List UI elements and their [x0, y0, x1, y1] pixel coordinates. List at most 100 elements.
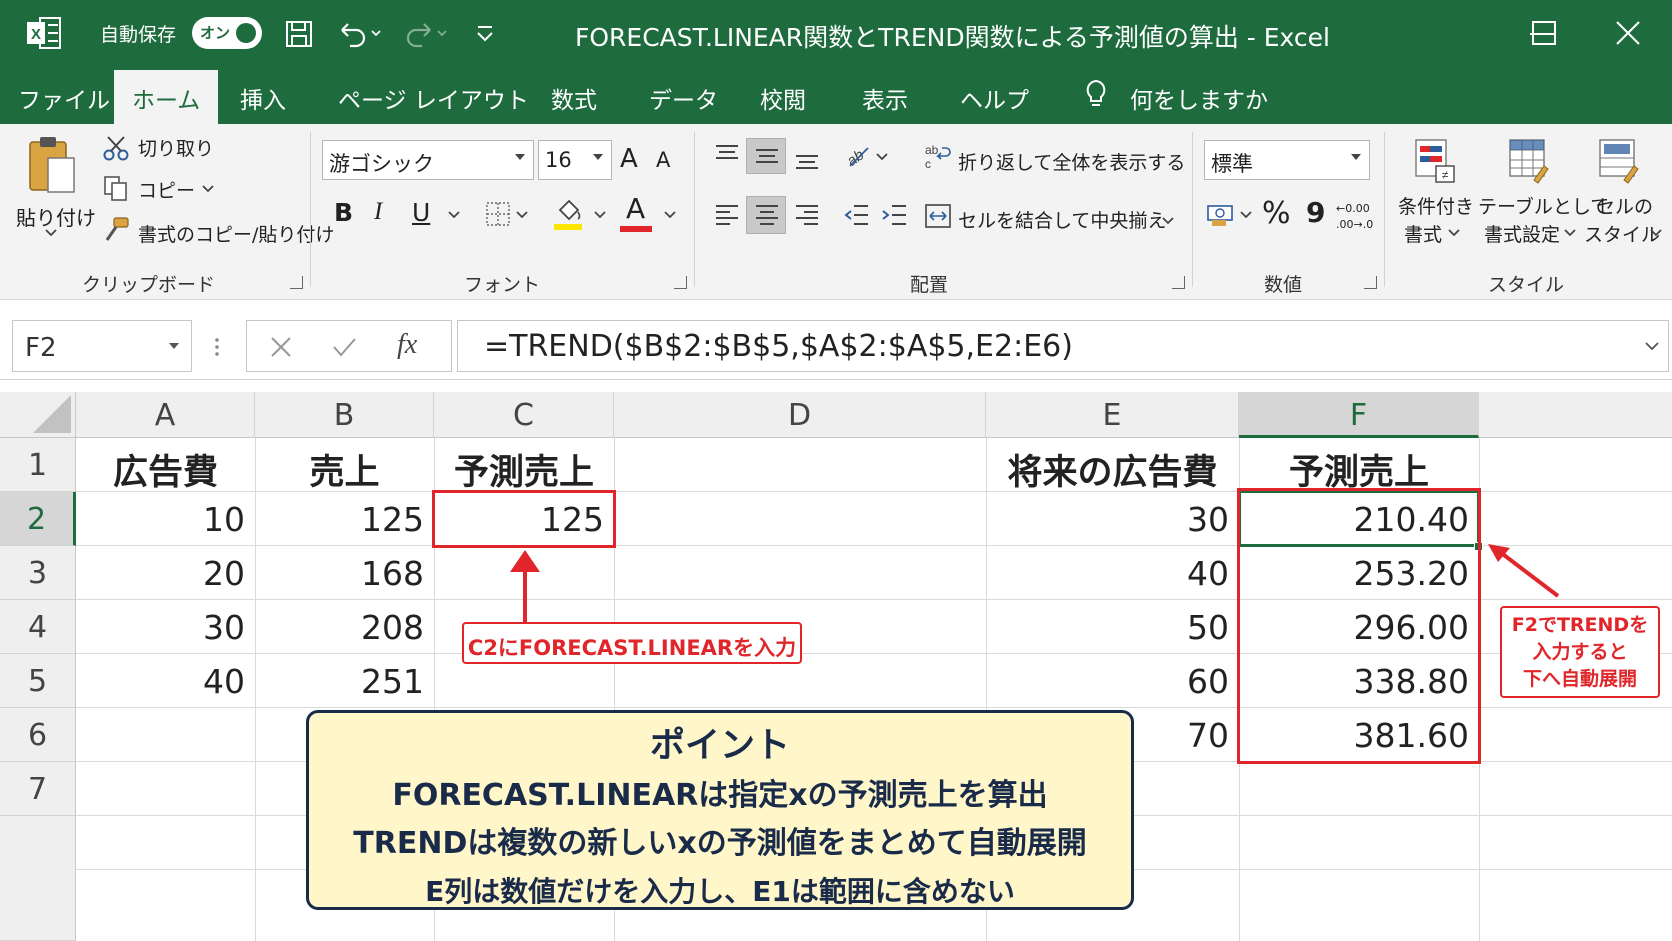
merge-dropdown-icon[interactable] [1162, 216, 1174, 226]
align-top-icon[interactable] [714, 142, 740, 168]
row-header-4[interactable]: 4 [0, 600, 76, 654]
cell-a2[interactable]: 10 [76, 492, 255, 546]
cancel-icon[interactable] [269, 335, 293, 359]
merge-center-icon[interactable] [924, 202, 952, 230]
cell-e3[interactable]: 40 [986, 546, 1239, 600]
customize-qat-icon[interactable] [474, 14, 496, 52]
align-middle-button[interactable] [746, 138, 786, 174]
paste-dropdown-icon[interactable] [44, 228, 58, 238]
column-header-a[interactable]: A [76, 392, 255, 438]
borders-dropdown-icon[interactable] [516, 210, 528, 220]
clipboard-launcher-icon[interactable] [290, 276, 303, 289]
redo-icon[interactable] [398, 14, 450, 52]
paste-icon[interactable] [22, 134, 82, 198]
cell-styles-label-1[interactable]: セルの [1596, 192, 1653, 219]
decrease-decimal-button[interactable]: .00→.0 [1336, 218, 1373, 231]
copy-icon[interactable] [102, 174, 130, 202]
cell-e4[interactable]: 50 [986, 600, 1239, 654]
alignment-launcher-icon[interactable] [1172, 276, 1185, 289]
grow-font-button[interactable]: A [620, 144, 638, 174]
formula-input[interactable]: =TREND($B$2:$B$5,$A$2:$A$5,E2:E6) [457, 320, 1669, 372]
expand-formula-bar-icon[interactable] [1644, 340, 1660, 352]
cell-b2[interactable]: 125 [255, 492, 434, 546]
cell-styles-dropdown-icon[interactable] [1650, 228, 1662, 238]
percent-button[interactable]: % [1262, 196, 1291, 231]
orientation-icon[interactable]: ab [842, 140, 876, 170]
currency-icon[interactable] [1206, 200, 1236, 230]
tab-data[interactable]: データ [649, 81, 718, 115]
cell-a5[interactable]: 40 [76, 654, 255, 708]
cell-e1[interactable]: 将来の広告費 [986, 438, 1239, 493]
orientation-dropdown-icon[interactable] [876, 152, 888, 162]
fill-color-icon[interactable] [552, 196, 584, 232]
fill-color-dropdown-icon[interactable] [594, 210, 606, 220]
font-launcher-icon[interactable] [674, 276, 687, 289]
underline-button[interactable]: U [412, 198, 430, 227]
currency-dropdown-icon[interactable] [1240, 210, 1252, 220]
more-options-icon[interactable] [212, 336, 222, 358]
merge-center-button[interactable]: セルを結合して中央揃え [958, 206, 1166, 233]
format-painter-icon[interactable] [100, 216, 132, 244]
name-box[interactable]: F2 [12, 320, 192, 372]
tab-insert[interactable]: 挿入 [240, 81, 286, 115]
increase-decimal-button[interactable]: ←0.00 [1336, 202, 1370, 215]
number-format-select[interactable]: 標準 [1204, 140, 1370, 180]
font-name-select[interactable]: 游ゴシック [322, 140, 534, 180]
insert-function-button[interactable]: fx [397, 329, 417, 361]
wrap-text-icon[interactable]: ab c [924, 142, 952, 170]
tab-page-layout[interactable]: ページ レイアウト [338, 81, 529, 115]
save-icon[interactable] [282, 14, 316, 52]
cell-e2[interactable]: 30 [986, 492, 1239, 546]
cell-a4[interactable]: 30 [76, 600, 255, 654]
column-header-d[interactable]: D [614, 392, 986, 438]
conditional-formatting-label-2[interactable]: 書式 [1404, 220, 1442, 247]
paste-label[interactable]: 貼り付け [16, 202, 96, 231]
row-header-3[interactable]: 3 [0, 546, 76, 600]
align-right-icon[interactable] [794, 202, 820, 228]
align-left-icon[interactable] [714, 202, 740, 228]
copy-button[interactable]: コピー [138, 176, 195, 203]
wrap-text-button[interactable]: 折り返して全体を表示する [958, 148, 1185, 175]
column-header-e[interactable]: E [986, 392, 1239, 438]
format-as-table-label-1[interactable]: テーブルとして [1478, 192, 1609, 219]
bold-button[interactable]: B [334, 198, 353, 227]
column-header-b[interactable]: B [255, 392, 434, 438]
row-header-5[interactable]: 5 [0, 654, 76, 708]
format-as-table-icon[interactable] [1506, 136, 1552, 186]
close-icon[interactable] [1608, 14, 1648, 52]
tab-review[interactable]: 校閲 [760, 81, 806, 115]
font-size-select[interactable]: 16 [538, 140, 612, 180]
increase-indent-icon[interactable] [880, 202, 908, 228]
conditional-formatting-icon[interactable]: ≠ [1412, 136, 1458, 186]
cut-button[interactable]: 切り取り [138, 134, 214, 161]
tab-file[interactable]: ファイル [18, 81, 110, 115]
decrease-indent-icon[interactable] [842, 202, 870, 228]
cell-a1[interactable]: 広告費 [76, 438, 255, 493]
format-as-table-label-2[interactable]: 書式設定 [1484, 220, 1560, 247]
lightbulb-icon[interactable] [1082, 78, 1110, 110]
align-center-button[interactable] [746, 196, 786, 234]
cell-b4[interactable]: 208 [255, 600, 434, 654]
row-header-6[interactable]: 6 [0, 708, 76, 762]
shrink-font-button[interactable]: A [656, 148, 670, 172]
cell-b3[interactable]: 168 [255, 546, 434, 600]
copy-dropdown-icon[interactable] [202, 184, 214, 194]
underline-dropdown-icon[interactable] [448, 210, 460, 220]
tab-formulas[interactable]: 数式 [551, 81, 597, 115]
cell-b1[interactable]: 売上 [255, 438, 434, 493]
column-header-f[interactable]: F [1239, 392, 1479, 438]
row-header-1[interactable]: 1 [0, 438, 76, 492]
format-as-table-dropdown-icon[interactable] [1564, 228, 1576, 238]
restore-icon[interactable] [1524, 14, 1564, 52]
cell-c1[interactable]: 予測売上 [434, 438, 614, 493]
tell-me-search[interactable]: 何をしますか [1130, 81, 1268, 115]
enter-check-icon[interactable] [331, 335, 357, 359]
number-launcher-icon[interactable] [1364, 276, 1377, 289]
borders-icon[interactable] [484, 200, 512, 228]
cell-a3[interactable]: 20 [76, 546, 255, 600]
italic-button[interactable]: I [374, 198, 382, 226]
format-painter-button[interactable]: 書式のコピー/貼り付け [138, 220, 334, 247]
scissors-icon[interactable] [102, 134, 130, 162]
tab-view[interactable]: 表示 [862, 81, 908, 115]
select-all-corner[interactable] [0, 392, 76, 438]
